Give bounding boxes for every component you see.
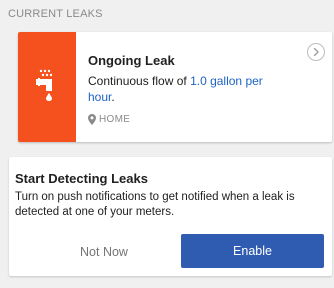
- leak-description: Continuous flow of 1.0 gallon per hour.: [88, 73, 278, 105]
- leak-location-label: HOME: [99, 114, 131, 125]
- leak-icon-box: [18, 32, 76, 142]
- leak-description-suffix: .: [111, 90, 115, 104]
- chevron-right-icon: [313, 47, 319, 57]
- detect-leaks-description: Turn on push notifications to get notifi…: [15, 191, 295, 218]
- leak-location: HOME: [88, 114, 130, 125]
- map-pin-icon: [88, 114, 96, 125]
- screen: CURRENT LEAKS Ongoing Leak Continuous fl…: [0, 0, 334, 288]
- faucet-drip-icon: [36, 69, 53, 101]
- not-now-button[interactable]: Not Now: [39, 236, 169, 268]
- enable-button[interactable]: Enable: [181, 234, 324, 268]
- detect-leaks-card: Start Detecting Leaks Turn on push notif…: [9, 157, 332, 276]
- leak-title: Ongoing Leak: [88, 53, 175, 68]
- leak-card[interactable]: Ongoing Leak Continuous flow of 1.0 gall…: [18, 32, 332, 142]
- leak-details-button[interactable]: [307, 43, 325, 61]
- leak-description-prefix: Continuous flow of: [88, 74, 191, 88]
- detect-leaks-title: Start Detecting Leaks: [15, 171, 148, 186]
- section-header: CURRENT LEAKS: [8, 8, 103, 20]
